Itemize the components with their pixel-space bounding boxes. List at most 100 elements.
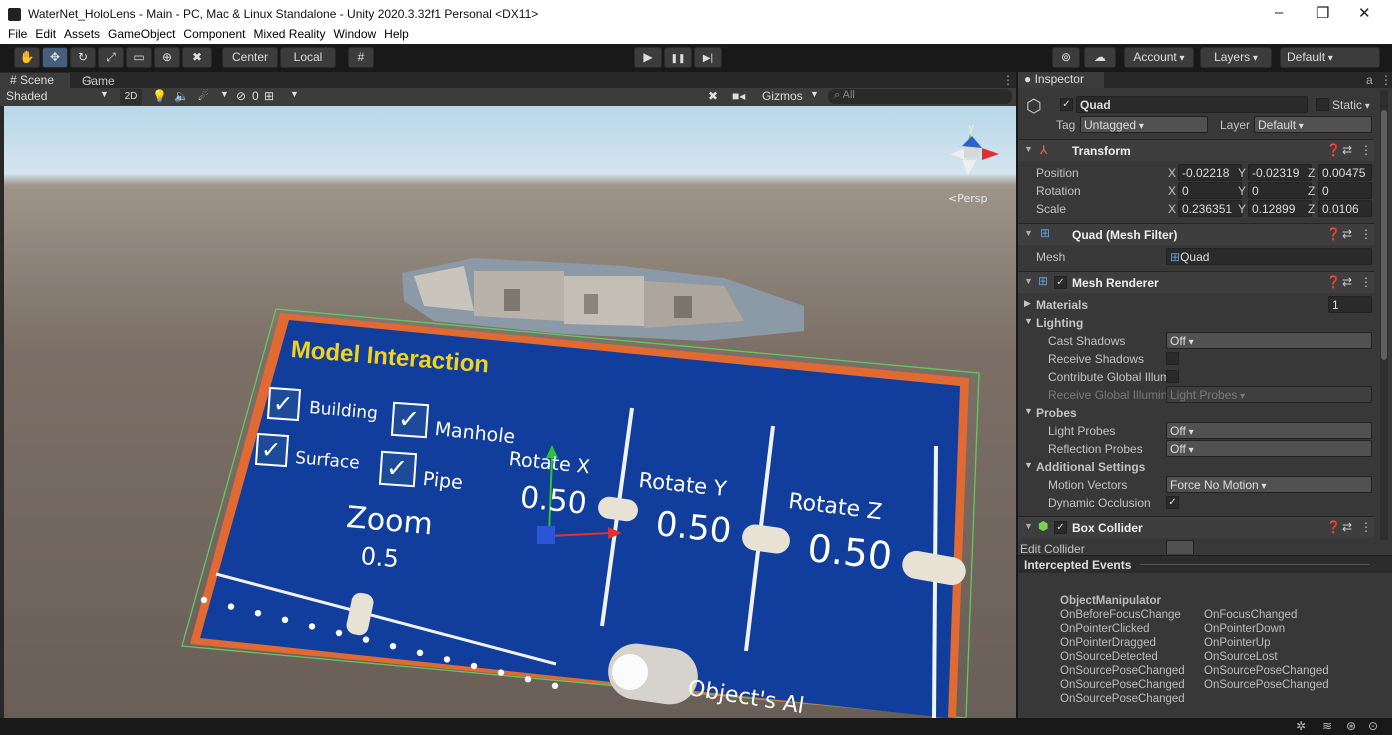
hidden-objects-icon[interactable]: ⊘: [236, 89, 246, 103]
static-dropdown[interactable]: Static: [1332, 98, 1370, 112]
close-button[interactable]: ✕: [1358, 4, 1371, 22]
help-icon[interactable]: ❓: [1326, 143, 1341, 157]
menu-file[interactable]: File: [8, 27, 27, 41]
custom-tool-button[interactable]: ✖: [182, 47, 212, 68]
contribute-gi-checkbox[interactable]: [1166, 370, 1179, 383]
mesh-renderer-enabled-checkbox[interactable]: ✓: [1054, 276, 1067, 289]
orientation-gizmo-z[interactable]: [962, 136, 982, 148]
camera-icon[interactable]: ■◂: [732, 89, 745, 103]
rect-tool-button[interactable]: ▭: [126, 47, 152, 68]
scale-z-field[interactable]: 0.0106: [1318, 200, 1372, 217]
perspective-label[interactable]: <Persp: [948, 192, 987, 205]
effects-icon[interactable]: ☄: [198, 89, 209, 103]
tag-dropdown[interactable]: Untagged: [1080, 116, 1208, 133]
rotation-y-field[interactable]: 0: [1248, 182, 1312, 199]
help-icon[interactable]: ❓: [1326, 520, 1341, 534]
help-icon[interactable]: ❓: [1326, 227, 1341, 241]
dynamic-occlusion-checkbox[interactable]: ✓: [1166, 496, 1179, 509]
layout-dropdown[interactable]: Default: [1280, 47, 1380, 68]
probes-foldout[interactable]: ▼ Probes: [1018, 404, 1392, 422]
2d-toggle[interactable]: 2D: [120, 89, 142, 105]
account-dropdown[interactable]: Account: [1124, 47, 1194, 68]
materials-count-field[interactable]: 1: [1328, 296, 1372, 313]
menu-edit[interactable]: Edit: [35, 27, 56, 41]
move-tool-button[interactable]: ✥: [42, 47, 68, 68]
materials-row[interactable]: ▶ Materials 1: [1018, 296, 1392, 314]
manhole-checkbox[interactable]: ✓: [390, 401, 430, 439]
box-collider-enabled-checkbox[interactable]: ✓: [1054, 521, 1067, 534]
layer-dropdown[interactable]: Default: [1254, 116, 1372, 133]
pivot-local-button[interactable]: Local: [280, 47, 336, 68]
lighting-foldout[interactable]: ▼ Lighting: [1018, 314, 1392, 332]
shading-dropdown-arrow[interactable]: ▼: [100, 89, 109, 99]
gizmos-dropdown[interactable]: Gizmos: [762, 89, 803, 103]
object-name-field[interactable]: Quad: [1076, 96, 1308, 113]
tab-inspector[interactable]: ● Inspector: [1018, 72, 1104, 88]
pause-button[interactable]: ❚❚: [664, 47, 692, 68]
component-menu-icon[interactable]: ⋮: [1360, 520, 1372, 534]
transform-header[interactable]: ▼ ⅄ Transform ❓ ⇄ ⋮: [1018, 139, 1374, 161]
active-checkbox[interactable]: ✓: [1060, 98, 1073, 111]
mesh-field[interactable]: ⊞Quad: [1166, 248, 1372, 265]
shading-mode-dropdown[interactable]: Shaded: [6, 89, 47, 103]
menu-mixed-reality[interactable]: Mixed Reality: [253, 27, 325, 41]
check-icon[interactable]: ⊙: [1368, 719, 1378, 733]
inspector-menu-icon[interactable]: ⋮: [1380, 73, 1392, 87]
pipe-checkbox[interactable]: ✓: [378, 450, 418, 488]
step-button[interactable]: ▶|: [694, 47, 722, 68]
tools-icon[interactable]: ✖: [708, 89, 718, 103]
orientation-gizmo-neg-x[interactable]: [950, 148, 966, 160]
scale-y-field[interactable]: 0.12899: [1248, 200, 1312, 217]
static-checkbox[interactable]: [1316, 98, 1329, 111]
inspector-scrollbar[interactable]: [1380, 90, 1388, 540]
scale-x-field[interactable]: 0.236351: [1178, 200, 1242, 217]
component-menu-icon[interactable]: ⋮: [1360, 143, 1372, 157]
lock-icon[interactable]: a: [1366, 73, 1373, 87]
scene-viewport[interactable]: y <Persp Model Interaction ✓ Building ✓ …: [4, 106, 1016, 718]
scale-tool-button[interactable]: ⤢: [98, 47, 124, 68]
orientation-gizmo-neg-y[interactable]: [962, 160, 976, 176]
maximize-button[interactable]: ❐: [1316, 4, 1329, 22]
reflection-probes-dropdown[interactable]: Off: [1166, 440, 1372, 457]
grid-dropdown-arrow[interactable]: ▼: [290, 89, 299, 99]
rotation-z-field[interactable]: 0: [1318, 182, 1372, 199]
effects-dropdown-arrow[interactable]: ▼: [220, 89, 229, 99]
pivot-center-button[interactable]: Center: [222, 47, 278, 68]
preset-icon[interactable]: ⇄: [1342, 227, 1352, 241]
preset-icon[interactable]: ⇄: [1342, 275, 1352, 289]
menu-window[interactable]: Window: [333, 27, 376, 41]
mesh-renderer-header[interactable]: ▼ ⊞ ✓ Mesh Renderer ❓ ⇄ ⋮: [1018, 271, 1374, 293]
scene-search-input[interactable]: ⌕ All: [828, 89, 1012, 104]
additional-settings-foldout[interactable]: ▼ Additional Settings: [1018, 458, 1392, 476]
position-z-field[interactable]: 0.00475: [1318, 164, 1372, 181]
audio-icon[interactable]: 🔈: [174, 89, 189, 103]
lighting-icon[interactable]: 💡: [152, 89, 167, 103]
light-probes-dropdown[interactable]: Off: [1166, 422, 1372, 439]
preset-icon[interactable]: ⇄: [1342, 520, 1352, 534]
collab-button[interactable]: ⊚: [1052, 47, 1080, 68]
grid-toggle-icon[interactable]: ⊞: [264, 89, 274, 103]
position-x-field[interactable]: -0.02218: [1178, 164, 1242, 181]
menu-assets[interactable]: Assets: [64, 27, 100, 41]
rotation-x-field[interactable]: 0: [1178, 182, 1242, 199]
play-button[interactable]: ▶: [634, 47, 662, 68]
mesh-filter-header[interactable]: ▼ ⊞ Quad (Mesh Filter) ❓ ⇄ ⋮: [1018, 223, 1374, 245]
menu-component[interactable]: Component: [183, 27, 245, 41]
cloud-button[interactable]: ☁: [1084, 47, 1116, 68]
orientation-gizmo-x[interactable]: [982, 148, 999, 160]
layers-dropdown[interactable]: Layers: [1200, 47, 1272, 68]
menu-gameobject[interactable]: GameObject: [108, 27, 175, 41]
progress-icon[interactable]: ⊛: [1346, 719, 1356, 733]
hand-tool-button[interactable]: ✋: [14, 47, 40, 68]
help-icon[interactable]: ❓: [1326, 275, 1341, 289]
preset-icon[interactable]: ⇄: [1342, 143, 1352, 157]
building-checkbox[interactable]: ✓: [266, 386, 302, 422]
tab-scene[interactable]: # Scene: [0, 73, 70, 89]
cast-shadows-dropdown[interactable]: Off: [1166, 332, 1372, 349]
minimize-button[interactable]: –: [1275, 4, 1283, 21]
rotate-tool-button[interactable]: ↻: [70, 47, 96, 68]
grid-snap-button[interactable]: #: [348, 47, 374, 68]
menu-help[interactable]: Help: [384, 27, 409, 41]
box-collider-header[interactable]: ▼ ⬢ ✓ Box Collider ❓ ⇄ ⋮: [1018, 516, 1374, 538]
component-menu-icon[interactable]: ⋮: [1360, 227, 1372, 241]
